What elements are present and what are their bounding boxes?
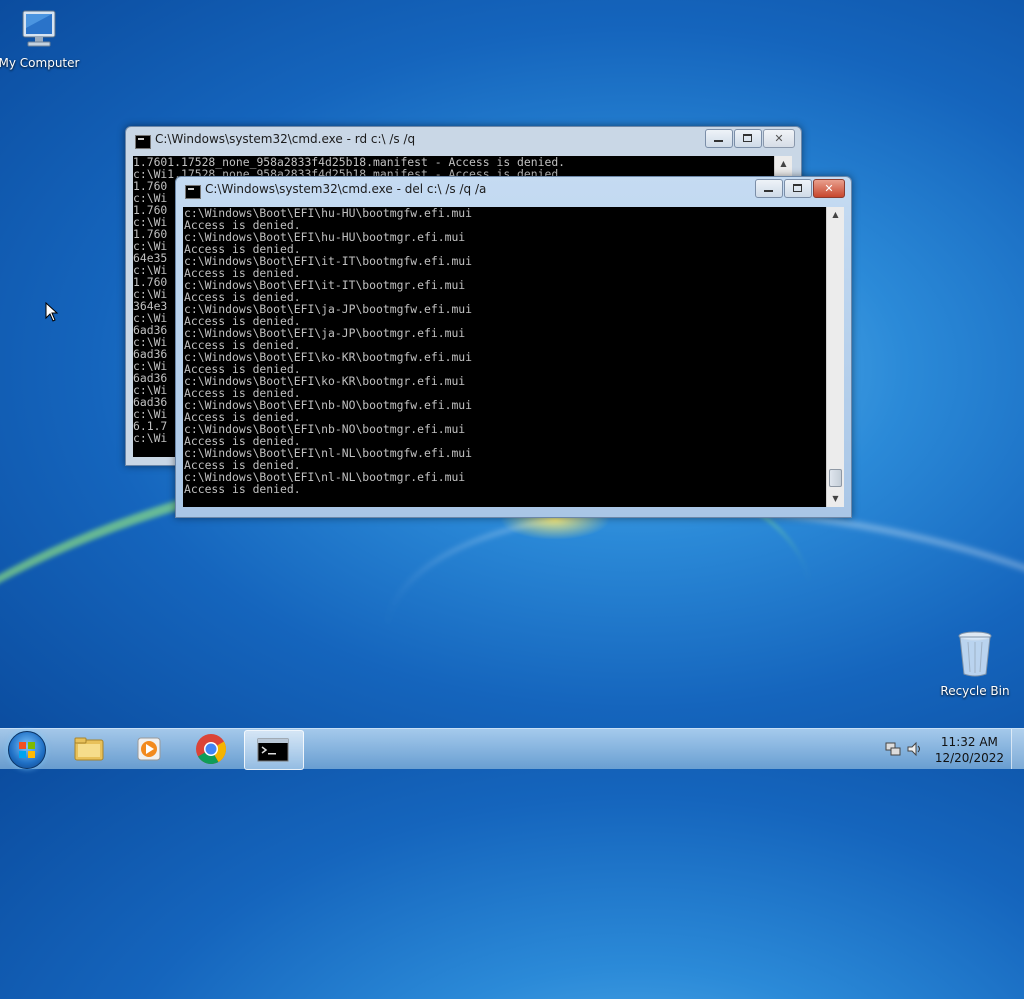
computer-icon (0, 8, 84, 53)
cmd-window-del[interactable]: C:\Windows\system32\cmd.exe - del c:\ /s… (175, 176, 852, 518)
start-button-icon[interactable] (8, 731, 46, 769)
cmd-icon (135, 135, 151, 149)
desktop-icon-recycle-bin[interactable]: Recycle Bin (930, 630, 1020, 698)
clock[interactable]: 11:32 AM 12/20/2022 (935, 734, 1004, 766)
console-output[interactable]: c:\Windows\Boot\EFI\hu-HU\bootmgfw.efi.m… (183, 207, 826, 507)
command-prompt-icon[interactable] (244, 730, 304, 770)
scroll-up-arrow-icon[interactable]: ▲ (827, 207, 844, 223)
clock-time: 11:32 AM (940, 735, 998, 749)
close-button[interactable] (763, 129, 795, 148)
minimize-button[interactable] (755, 179, 783, 198)
mouse-cursor-icon (45, 301, 59, 326)
desktop-icon-my-computer[interactable]: My Computer (0, 8, 84, 70)
scroll-up-arrow-icon[interactable]: ▲ (775, 156, 792, 172)
console-line: Access is denied. (184, 482, 301, 496)
window-title: C:\Windows\system32\cmd.exe - rd c:\ /s … (155, 132, 416, 146)
window-titlebar[interactable]: C:\Windows\system32\cmd.exe - rd c:\ /s … (126, 127, 801, 155)
clock-date: 12/20/2022 (934, 751, 1004, 765)
close-button[interactable] (813, 179, 845, 198)
chrome-icon[interactable] (182, 730, 240, 768)
maximize-button[interactable] (734, 129, 762, 148)
recycle-bin-icon (930, 630, 1020, 681)
maximize-button[interactable] (784, 179, 812, 198)
network-icon[interactable] (884, 740, 902, 762)
scroll-thumb[interactable] (829, 469, 842, 487)
media-player-icon[interactable] (120, 730, 178, 768)
cmd-icon (185, 185, 201, 199)
window-titlebar[interactable]: C:\Windows\system32\cmd.exe - del c:\ /s… (176, 177, 851, 205)
volume-icon[interactable] (906, 740, 924, 762)
system-tray: 11:32 AM 12/20/2022 (874, 729, 1024, 769)
show-desktop-button[interactable] (1011, 729, 1024, 769)
file-explorer-icon[interactable] (60, 730, 118, 768)
vertical-scrollbar[interactable]: ▲ ▼ (826, 207, 844, 507)
scroll-down-arrow-icon[interactable]: ▼ (827, 491, 844, 507)
window-title: C:\Windows\system32\cmd.exe - del c:\ /s… (205, 182, 487, 196)
taskbar: 11:32 AM 12/20/2022 (0, 728, 1024, 770)
desktop-icon-label: My Computer (0, 56, 80, 70)
minimize-button[interactable] (705, 129, 733, 148)
desktop-icon-label: Recycle Bin (940, 684, 1010, 698)
